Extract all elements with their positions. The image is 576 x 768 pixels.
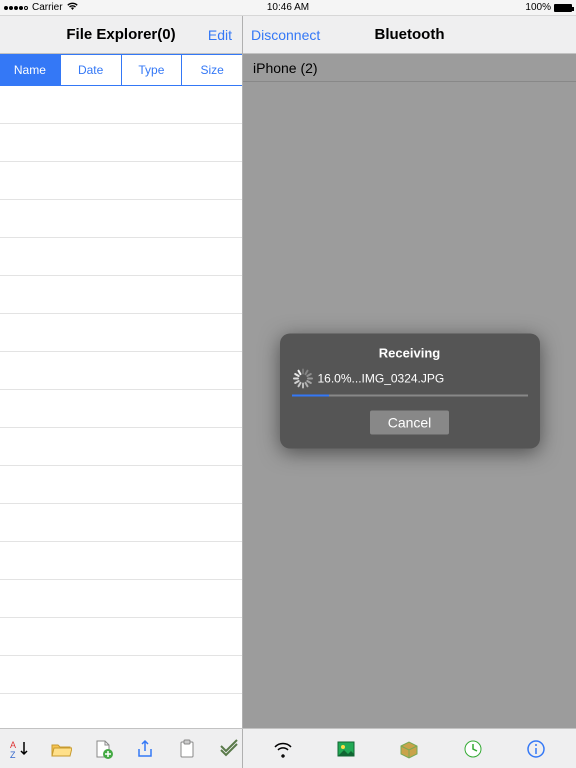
clipboard-icon[interactable] bbox=[176, 738, 198, 760]
table-row[interactable] bbox=[0, 86, 242, 124]
table-row[interactable] bbox=[0, 314, 242, 352]
share-icon[interactable] bbox=[134, 738, 156, 760]
table-row[interactable] bbox=[0, 428, 242, 466]
table-row[interactable] bbox=[0, 162, 242, 200]
box-icon[interactable] bbox=[398, 738, 420, 760]
table-row[interactable] bbox=[0, 694, 242, 728]
table-row[interactable] bbox=[0, 390, 242, 428]
tab-name[interactable]: Name bbox=[0, 54, 61, 86]
tab-type[interactable]: Type bbox=[122, 54, 183, 86]
tab-date[interactable]: Date bbox=[61, 54, 122, 86]
table-row[interactable] bbox=[0, 656, 242, 694]
page-title: File Explorer(0) bbox=[66, 26, 175, 43]
edit-button[interactable]: Edit bbox=[208, 27, 232, 43]
battery-icon bbox=[554, 4, 572, 12]
table-row[interactable] bbox=[0, 276, 242, 314]
table-row[interactable] bbox=[0, 124, 242, 162]
svg-text:A: A bbox=[10, 740, 16, 750]
file-list[interactable] bbox=[0, 86, 242, 728]
left-pane: File Explorer(0) Edit NameDateTypeSize bbox=[0, 16, 243, 728]
status-time: 10:46 AM bbox=[267, 2, 309, 13]
tab-size[interactable]: Size bbox=[182, 54, 242, 86]
device-header[interactable]: iPhone (2) bbox=[243, 54, 576, 82]
open-folder-icon[interactable] bbox=[50, 738, 72, 760]
table-row[interactable] bbox=[0, 618, 242, 656]
table-row[interactable] bbox=[0, 200, 242, 238]
transfer-modal: Receiving 16.0%...IMG_0324.JPG Cancel bbox=[280, 334, 540, 449]
progress-bar bbox=[292, 395, 528, 397]
clock-icon[interactable] bbox=[462, 738, 484, 760]
info-icon[interactable] bbox=[525, 738, 547, 760]
svg-text:Z: Z bbox=[10, 750, 16, 760]
left-nav: File Explorer(0) Edit bbox=[0, 16, 242, 54]
sort-tabs: NameDateTypeSize bbox=[0, 54, 242, 86]
cancel-button[interactable]: Cancel bbox=[370, 411, 450, 435]
status-bar: Carrier 10:46 AM 100% bbox=[0, 0, 576, 16]
table-row[interactable] bbox=[0, 238, 242, 276]
table-row[interactable] bbox=[0, 542, 242, 580]
disconnect-button[interactable]: Disconnect bbox=[251, 27, 320, 43]
photo-icon[interactable] bbox=[335, 738, 357, 760]
wifi-icon bbox=[67, 2, 78, 14]
checkmark-icon[interactable] bbox=[218, 738, 240, 760]
modal-title: Receiving bbox=[292, 346, 528, 361]
carrier-label: Carrier bbox=[32, 2, 63, 13]
right-pane: Disconnect Bluetooth iPhone (2) Receivin… bbox=[243, 16, 576, 728]
sort-az-icon[interactable]: AZ bbox=[8, 738, 30, 760]
battery-percent: 100% bbox=[525, 2, 551, 13]
table-row[interactable] bbox=[0, 580, 242, 618]
spinner-icon bbox=[292, 369, 312, 389]
progress-text: 16.0%...IMG_0324.JPG bbox=[318, 372, 445, 386]
wifi-toolbar-icon[interactable] bbox=[272, 738, 294, 760]
table-row[interactable] bbox=[0, 352, 242, 390]
new-file-icon[interactable] bbox=[92, 738, 114, 760]
table-row[interactable] bbox=[0, 466, 242, 504]
signal-icon bbox=[4, 6, 28, 10]
page-title: Bluetooth bbox=[375, 26, 445, 43]
table-row[interactable] bbox=[0, 504, 242, 542]
right-toolbar bbox=[243, 729, 576, 768]
left-toolbar: AZ bbox=[0, 729, 243, 768]
right-nav: Disconnect Bluetooth bbox=[243, 16, 576, 54]
